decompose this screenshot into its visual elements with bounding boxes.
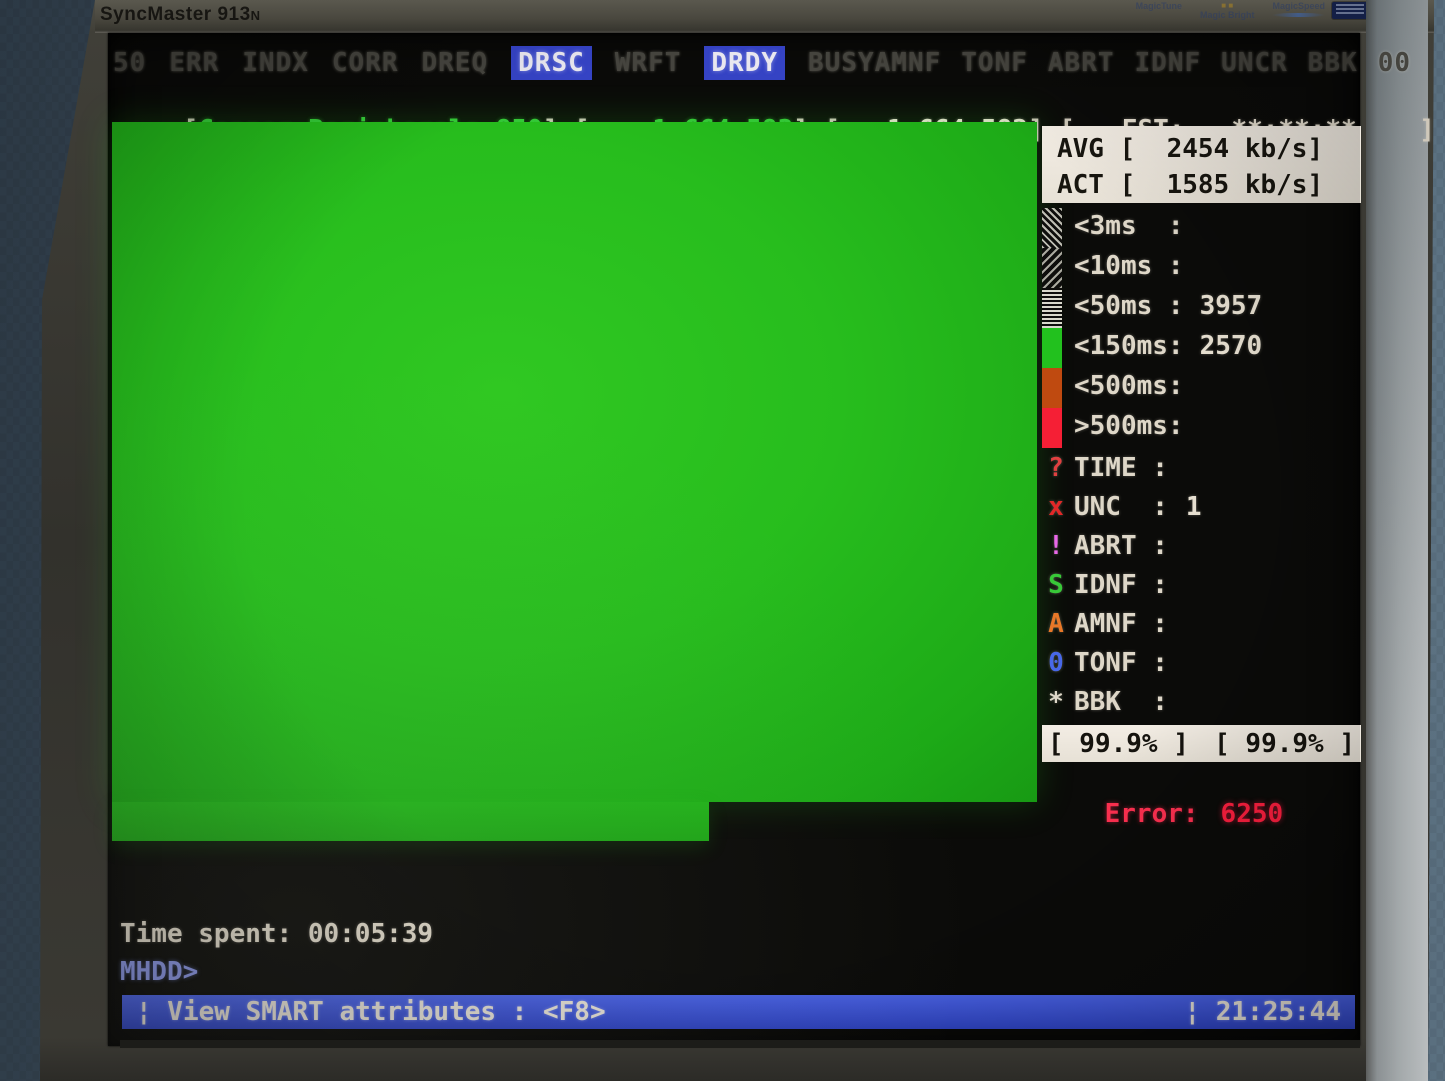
monitor-brand-label: SyncMaster 913N bbox=[100, 4, 261, 26]
magicbright-icons: ■ ■ bbox=[1200, 1, 1255, 10]
flag-bbk: BBK bbox=[1308, 48, 1358, 78]
flag-uncr: UNCR bbox=[1221, 48, 1288, 78]
swatch-over-500ms bbox=[1042, 408, 1062, 448]
error-value: 6250 bbox=[1199, 799, 1284, 829]
brand-suffix: N bbox=[251, 8, 261, 23]
error-counter: Error:6250 bbox=[1042, 769, 1283, 859]
status-flags-right: AMNF TONF ABRT IDNF UNCR BBK 00 bbox=[875, 48, 1411, 78]
progress-right: [ 99.9% ] bbox=[1214, 729, 1355, 759]
time-spent-line: Time spent: 00:05:39 bbox=[120, 919, 433, 949]
counter-idnf: SIDNF : bbox=[1074, 570, 1186, 600]
status-hint-bar: ¦ View SMART attributes : <F8> ¦ 21:25:4… bbox=[122, 995, 1355, 1029]
swatch-under-10ms bbox=[1042, 248, 1062, 288]
flag-drdy-active: DRDY bbox=[704, 46, 785, 80]
scan-surface-map bbox=[112, 122, 1037, 802]
swatch-under-3ms bbox=[1042, 208, 1062, 248]
bbk-star-icon: * bbox=[1042, 687, 1070, 717]
screen-bottom-edge bbox=[120, 1040, 1360, 1048]
swatch-under-500ms bbox=[1042, 368, 1062, 408]
flag-tonf: TONF bbox=[961, 48, 1028, 78]
bezel-stickers: MagicTune ■ ■Magic Bright MagicSpeed bbox=[1136, 1, 1325, 29]
swatch-under-150ms bbox=[1042, 328, 1062, 368]
time-question-icon: ? bbox=[1042, 453, 1070, 483]
counter-abrt: !ABRT : bbox=[1074, 531, 1186, 561]
brand-text: SyncMaster 913 bbox=[100, 4, 251, 25]
counter-time: ?TIME : bbox=[1074, 453, 1186, 483]
mhdd-screen: 50 ERR INDX CORR DREQ DRSC WRFT DRDY BUS… bbox=[108, 33, 1360, 1046]
flag-amnf: AMNF bbox=[875, 48, 942, 78]
mhdd-command-prompt[interactable]: MHDD> bbox=[120, 957, 198, 987]
flag-drsc-active: DRSC bbox=[511, 46, 592, 80]
flag-idnf: IDNF bbox=[1135, 48, 1202, 78]
swoosh-graphic bbox=[1272, 13, 1325, 17]
idnf-s-icon: S bbox=[1042, 570, 1070, 600]
magictune-sticker: MagicTune bbox=[1136, 1, 1182, 11]
bucket-10ms: <10ms : bbox=[1074, 251, 1200, 281]
abrt-bang-icon: ! bbox=[1042, 531, 1070, 561]
smart-hint-label: ¦ View SMART attributes : <F8> bbox=[136, 997, 606, 1027]
amnf-a-icon: A bbox=[1042, 609, 1070, 639]
counter-bbk: *BBK : bbox=[1074, 687, 1186, 717]
flag-busy: BUSY bbox=[808, 48, 875, 78]
flag-err: ERR bbox=[169, 48, 219, 78]
error-register-hex: 00 bbox=[1378, 48, 1411, 78]
swatch-under-50ms bbox=[1042, 288, 1062, 328]
clock: ¦ 21:25:44 bbox=[1184, 997, 1341, 1027]
flag-dreq: DREQ bbox=[422, 48, 489, 78]
error-register-value: 50 bbox=[113, 48, 146, 78]
speed-panel: AVG [ 2454 kb/s] ACT [ 1585 kb/s] bbox=[1042, 126, 1361, 203]
flag-wrft: WRFT bbox=[615, 48, 682, 78]
error-label: Error: bbox=[1105, 799, 1199, 829]
flag-corr: CORR bbox=[332, 48, 399, 78]
tonf-zero-icon: 0 bbox=[1042, 648, 1070, 678]
bucket-over-500ms: >500ms: bbox=[1074, 411, 1200, 441]
bucket-3ms: <3ms : bbox=[1074, 211, 1200, 241]
scan-surface-partial-row bbox=[112, 802, 709, 841]
status-flags-left: 50 ERR INDX CORR DREQ DRSC WRFT DRDY BUS… bbox=[113, 46, 875, 80]
ata-status-row: 50 ERR INDX CORR DREQ DRSC WRFT DRDY BUS… bbox=[113, 46, 1358, 80]
unc-x-icon: x bbox=[1042, 492, 1070, 522]
avg-speed: AVG [ 2454 kb/s] bbox=[1057, 134, 1323, 164]
counter-amnf: AAMNF : bbox=[1074, 609, 1186, 639]
magicspeed-sticker: MagicSpeed bbox=[1272, 1, 1325, 17]
progress-left: [ 99.9% ] bbox=[1048, 729, 1189, 759]
counter-unc: xUNC :1 bbox=[1074, 492, 1202, 522]
bucket-50ms: <50ms :3957 bbox=[1074, 291, 1262, 321]
bucket-150ms: <150ms:2570 bbox=[1074, 331, 1262, 361]
act-speed: ACT [ 1585 kb/s] bbox=[1057, 170, 1323, 200]
serial-sticker bbox=[1332, 2, 1368, 19]
bucket-500ms: <500ms: bbox=[1074, 371, 1200, 401]
progress-gauges: [ 99.9% ] [ 99.9% ] bbox=[1042, 725, 1361, 762]
magicbright-sticker: ■ ■Magic Bright bbox=[1200, 1, 1255, 20]
flag-abrt: ABRT bbox=[1048, 48, 1115, 78]
counter-tonf: 0TONF : bbox=[1074, 648, 1186, 678]
flag-indx: INDX bbox=[242, 48, 309, 78]
